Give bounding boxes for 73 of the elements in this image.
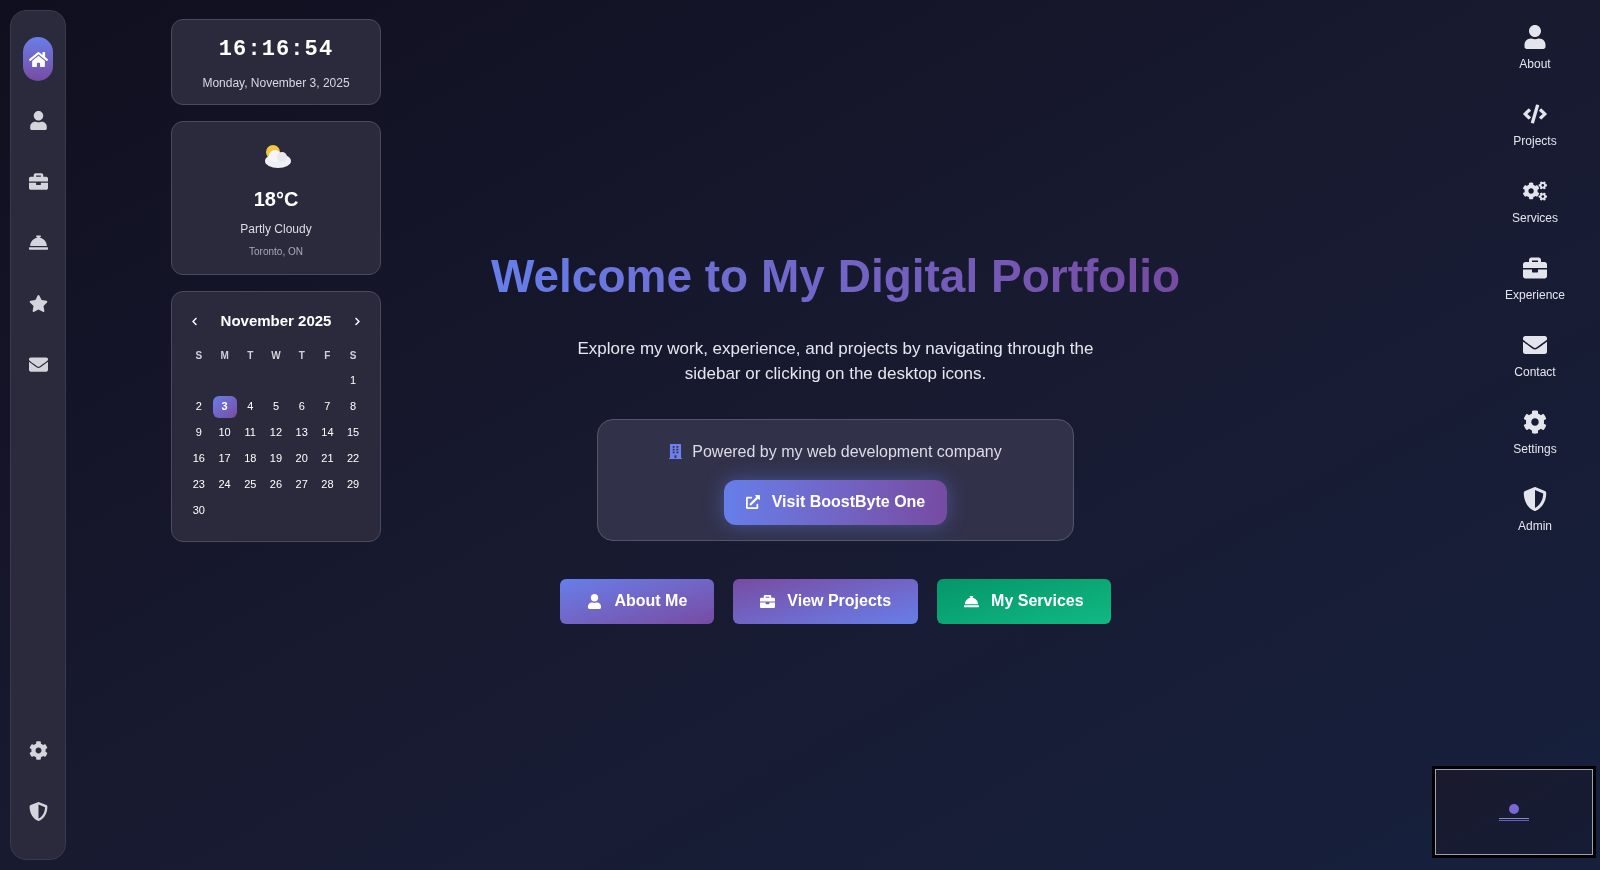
calendar-day[interactable]: 25 xyxy=(238,473,263,496)
calendar-day[interactable]: 3 xyxy=(212,395,237,418)
weekday-label: S xyxy=(194,348,204,363)
envelope-icon xyxy=(1523,333,1547,357)
building-icon xyxy=(669,444,683,459)
calendar-day[interactable]: 4 xyxy=(238,395,263,418)
calendar-day[interactable]: 17 xyxy=(212,447,237,470)
calendar-day[interactable]: 10 xyxy=(212,421,237,444)
calendar-day[interactable]: 24 xyxy=(212,473,237,496)
calendar-day[interactable]: 5 xyxy=(264,395,288,418)
calendar-day[interactable]: 11 xyxy=(238,421,263,444)
briefcase-icon xyxy=(28,171,48,191)
settings-icon xyxy=(28,740,48,760)
temperature: 18°C xyxy=(253,187,299,212)
user-icon xyxy=(587,593,603,609)
briefcase-icon xyxy=(1523,256,1547,280)
service-bell-icon xyxy=(964,593,980,609)
weekday-label: F xyxy=(323,348,332,363)
user-icon xyxy=(28,110,48,130)
service-bell-icon xyxy=(28,232,48,252)
weekday-label: S xyxy=(348,348,358,363)
code-icon xyxy=(1523,102,1547,126)
calendar-day[interactable]: 28 xyxy=(315,473,340,496)
calendar-day[interactable]: 29 xyxy=(341,473,366,496)
weekday-label: W xyxy=(270,348,282,363)
previous-month-button[interactable] xyxy=(190,316,199,326)
hero-subtitle: Explore my work, experience, and projects by navigating through the sidebar or clicking on the desktop icons. xyxy=(576,337,1095,385)
loading-spinner-icon xyxy=(1509,803,1519,814)
shield-icon xyxy=(1523,487,1547,511)
calendar-day[interactable]: 8 xyxy=(341,395,366,418)
visit-company-button[interactable]: Visit BoostByte One xyxy=(723,479,948,525)
user-icon xyxy=(1523,25,1547,49)
hero-button[interactable]: View Projects xyxy=(733,578,919,624)
company-text: Powered by my web development company xyxy=(692,441,1002,462)
shield-icon xyxy=(28,801,48,821)
clock-time: 16:16:54 xyxy=(218,35,334,64)
calendar-day[interactable]: 13 xyxy=(289,421,314,444)
star-icon xyxy=(28,293,48,313)
calendar-day[interactable]: 21 xyxy=(315,447,340,470)
calendar-day[interactable]: 27 xyxy=(289,473,314,496)
envelope-icon xyxy=(28,354,48,374)
weekday-label: T xyxy=(246,348,255,363)
hero-button[interactable]: About Me xyxy=(560,578,715,624)
calendar-day[interactable]: 2 xyxy=(186,395,211,418)
home-icon xyxy=(28,49,48,69)
calendar-day[interactable]: 1 xyxy=(341,369,366,392)
calendar-day[interactable]: 6 xyxy=(289,395,314,418)
calendar-day[interactable]: 12 xyxy=(264,421,288,444)
weekday-label: T xyxy=(297,348,306,363)
calendar-day[interactable]: 16 xyxy=(186,447,211,470)
calendar-day[interactable]: 22 xyxy=(341,447,366,470)
calendar-day[interactable]: 30 xyxy=(186,499,211,522)
calendar-month: November 2025 xyxy=(220,311,332,331)
settings-icon xyxy=(1523,410,1547,434)
calendar-day[interactable]: 15 xyxy=(341,421,366,444)
external-link-icon xyxy=(745,495,760,509)
weather-condition: Partly Cloudy xyxy=(240,221,312,238)
briefcase-icon xyxy=(760,593,776,609)
weather-location: Toronto, ON xyxy=(249,245,303,259)
calendar-day[interactable]: 19 xyxy=(264,447,288,470)
calendar-day[interactable]: 9 xyxy=(186,421,211,444)
calendar-day[interactable]: 20 xyxy=(289,447,314,470)
sidebar-button[interactable] xyxy=(23,37,53,81)
weekday-label: M xyxy=(219,348,230,363)
next-month-button[interactable] xyxy=(353,316,362,326)
calendar-day[interactable]: 26 xyxy=(264,473,288,496)
calendar-day[interactable]: 14 xyxy=(315,421,340,444)
calendar-day[interactable]: 7 xyxy=(315,395,340,418)
clock-date: Monday, November 3, 2025 xyxy=(202,74,350,92)
gears-icon xyxy=(1523,179,1547,203)
calendar-day[interactable]: 23 xyxy=(186,473,211,496)
progress-line-icon xyxy=(1499,817,1529,821)
calendar-day[interactable]: 18 xyxy=(238,447,263,470)
